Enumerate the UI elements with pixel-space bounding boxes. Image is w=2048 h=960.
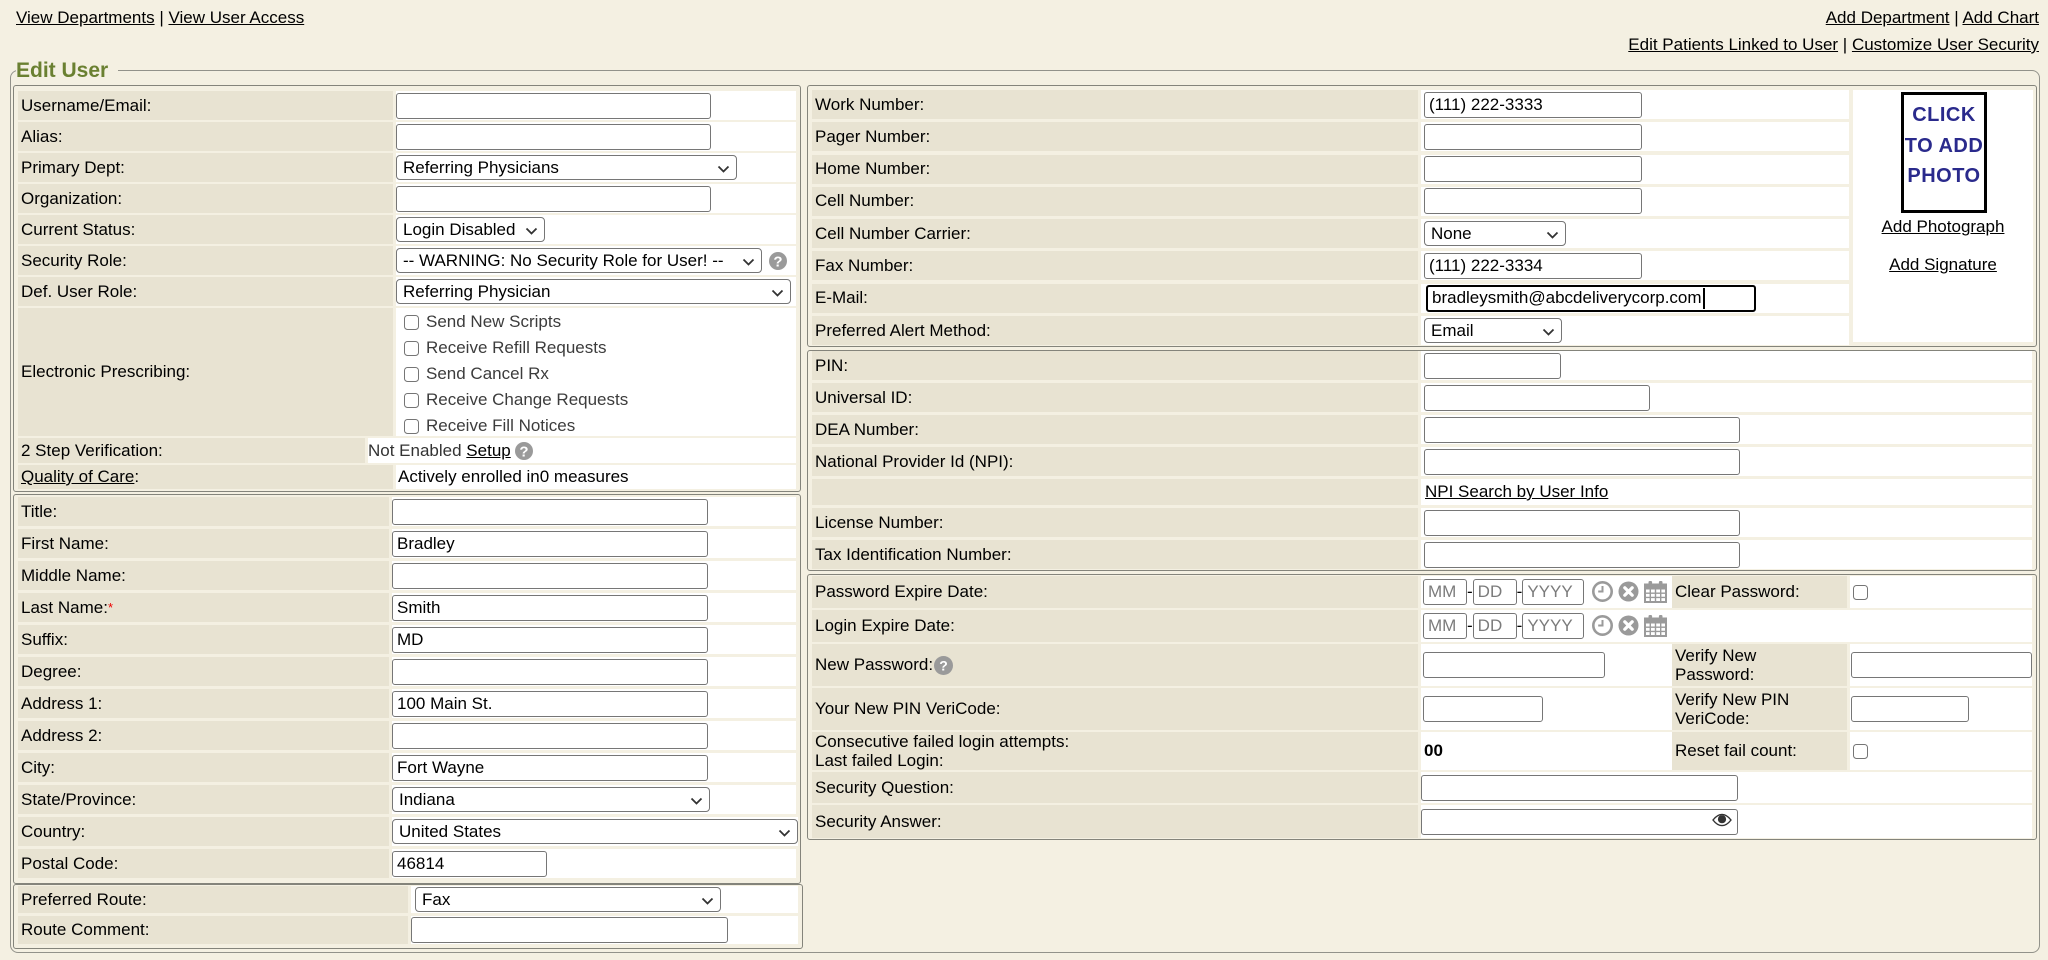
svg-text:?: ? — [939, 657, 948, 673]
svg-text:?: ? — [773, 253, 782, 270]
svg-text:?: ? — [520, 443, 529, 460]
